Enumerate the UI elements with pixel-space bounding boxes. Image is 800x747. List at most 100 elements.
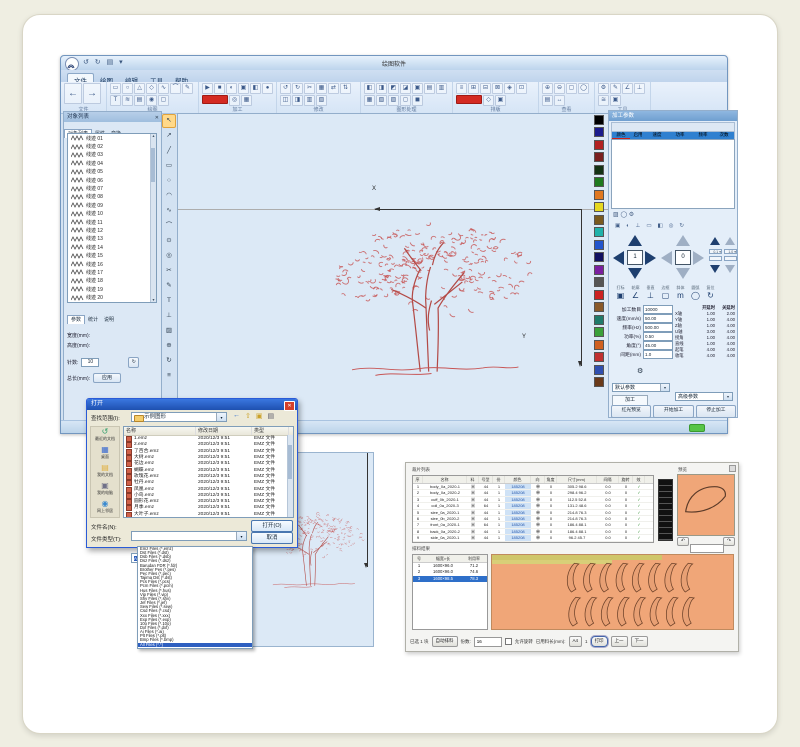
ribbon-icon[interactable]: ▣: [412, 83, 423, 94]
jog-tool-4[interactable]: ◧: [658, 223, 663, 229]
jog2-right-button[interactable]: [693, 251, 704, 265]
func-icon-3[interactable]: 边框▢: [658, 285, 673, 300]
ribbon-icon[interactable]: ≋: [122, 95, 133, 106]
ribbon-icon[interactable]: ○: [122, 83, 133, 94]
ribbon-icon[interactable]: ▣: [610, 95, 621, 106]
piece-col-1[interactable]: 名称: [423, 476, 467, 483]
ribbon-icon[interactable]: ⊕: [542, 83, 553, 94]
piece-col-5[interactable]: 颜色: [505, 476, 531, 483]
ribbon-icon[interactable]: ↔: [554, 95, 565, 106]
palette-color-10[interactable]: [594, 240, 604, 250]
props-tab-2[interactable]: 说明: [101, 316, 117, 324]
list-item[interactable]: 线迹 13: [68, 235, 156, 243]
refresh-button[interactable]: ↻: [128, 357, 139, 368]
ribbon-icon[interactable]: ▧: [376, 95, 387, 106]
palette-color-11[interactable]: [594, 252, 604, 262]
result-col-0[interactable]: 号: [413, 555, 425, 562]
tab-process[interactable]: 加工: [612, 395, 648, 405]
palette-color-12[interactable]: [594, 265, 604, 275]
w-up-button[interactable]: [725, 237, 735, 245]
ribbon-icon[interactable]: ▥: [436, 83, 447, 94]
ribbon-icon[interactable]: △: [134, 83, 145, 94]
func-icon-0[interactable]: 打标▣: [613, 285, 628, 300]
app-logo-icon[interactable]: [65, 57, 79, 71]
tool-6[interactable]: ∿: [162, 204, 176, 218]
place-2[interactable]: ▤我的文档: [91, 463, 119, 481]
field-input[interactable]: [643, 323, 673, 332]
rotate-right-button[interactable]: ↷: [723, 537, 735, 546]
angle-input-field[interactable]: [690, 544, 724, 553]
tool-9[interactable]: ◎: [162, 249, 176, 263]
func-icon-6[interactable]: 复位↻: [703, 285, 718, 300]
jog2-down-button[interactable]: [676, 268, 690, 279]
jog2-step-value[interactable]: 0: [675, 250, 691, 265]
layer-list-area[interactable]: [611, 139, 735, 209]
ribbon-icon[interactable]: ▶: [202, 83, 213, 94]
ribbon-icon[interactable]: ◐: [226, 83, 237, 94]
list-item[interactable]: 线迹 07: [68, 184, 156, 192]
ribbon-icon[interactable]: ≅: [598, 95, 609, 106]
list-item[interactable]: 线迹 19: [68, 285, 156, 293]
palette-color-1[interactable]: [594, 127, 604, 137]
process-button-0[interactable]: 红光预览: [611, 405, 651, 418]
tool-1[interactable]: ↗: [162, 129, 176, 143]
palette-color-13[interactable]: [594, 277, 604, 287]
list-item[interactable]: 线迹 02: [68, 142, 156, 150]
list-item[interactable]: 线迹 15: [68, 251, 156, 259]
props-tab-1[interactable]: 统计: [85, 316, 101, 324]
piece-col-0[interactable]: 序: [413, 476, 423, 483]
ribbon-icon[interactable]: ⇅: [340, 83, 351, 94]
file-list[interactable]: 名称修改日期类型1.emz2020/12/3 9:51EMZ 文件2.emz20…: [123, 426, 294, 518]
field-input[interactable]: [643, 341, 673, 350]
w-down-button[interactable]: [725, 265, 735, 273]
ribbon-icon[interactable]: ∠: [622, 83, 633, 94]
rotate-angle-input[interactable]: [690, 537, 724, 555]
scroll-thumb[interactable]: [151, 148, 155, 182]
place-0[interactable]: ↺最近的文档: [91, 427, 119, 445]
ribbon-icon[interactable]: ✂: [304, 83, 315, 94]
ribbon-icon[interactable]: ▦: [316, 83, 327, 94]
chevron-down-icon[interactable]: ▾: [216, 413, 226, 421]
process-button-2[interactable]: 停止加工: [696, 405, 736, 418]
jog-up-button[interactable]: [628, 235, 642, 246]
tool-4[interactable]: ○: [162, 174, 176, 188]
file-col-1[interactable]: 修改日期: [196, 427, 252, 435]
scroll-up-icon[interactable]: ▲: [151, 134, 156, 138]
ribbon-icon[interactable]: ▣: [495, 95, 506, 106]
list-item[interactable]: 线迹 12: [68, 226, 156, 234]
tool-2[interactable]: ╱: [162, 144, 176, 158]
ribbon-icon[interactable]: ◈: [504, 83, 515, 94]
tree-drawing[interactable]: [324, 210, 539, 380]
tool-14[interactable]: ▨: [162, 324, 176, 338]
list-item[interactable]: 线迹 16: [68, 260, 156, 268]
ribbon-icon[interactable]: ◧: [250, 83, 261, 94]
tool-12[interactable]: T: [162, 294, 176, 308]
palette-color-3[interactable]: [594, 152, 604, 162]
palette-color-0[interactable]: [594, 115, 604, 125]
ribbon-icon[interactable]: ⊞: [468, 83, 479, 94]
ribbon-icon[interactable]: ▭: [110, 83, 121, 94]
qty-input[interactable]: [474, 637, 502, 647]
ribbon-icon[interactable]: ▥: [304, 95, 315, 106]
title-bar[interactable]: ↺ ↻ ▤ ▾ 绘图软件: [61, 56, 727, 70]
ribbon-icon[interactable]: ◎: [229, 95, 240, 106]
ribbon-icon[interactable]: ▨: [388, 95, 399, 106]
ribbon-icon[interactable]: ▢: [158, 95, 169, 106]
file-row[interactable]: 月季.emz2020/12/3 9:51EMZ 文件: [124, 505, 293, 511]
file-row[interactable]: 大叶子.emz2020/12/3 9:51EMZ 文件: [124, 512, 293, 518]
tool-3[interactable]: ▭: [162, 159, 176, 173]
ribbon-icon[interactable]: ◨: [376, 83, 387, 94]
piece-col-10[interactable]: 旋转: [619, 476, 633, 483]
chevron-down-icon[interactable]: ▾: [660, 384, 669, 391]
ribbon-icon[interactable]: ◼: [412, 95, 423, 106]
palette-color-9[interactable]: [594, 227, 604, 237]
piece-col-2[interactable]: 料: [467, 476, 479, 483]
ribbon-icon[interactable]: ◩: [388, 83, 399, 94]
place-3[interactable]: ▣我的电脑: [91, 481, 119, 499]
ribbon-icon[interactable]: ◇: [146, 83, 157, 94]
palette-color-5[interactable]: [594, 177, 604, 187]
ribbon-icon[interactable]: ▦: [364, 95, 375, 106]
param-set-combo[interactable]: 默认参数 ▾: [612, 383, 670, 392]
palette-color-16[interactable]: [594, 315, 604, 325]
nesting-canvas[interactable]: [491, 554, 734, 630]
